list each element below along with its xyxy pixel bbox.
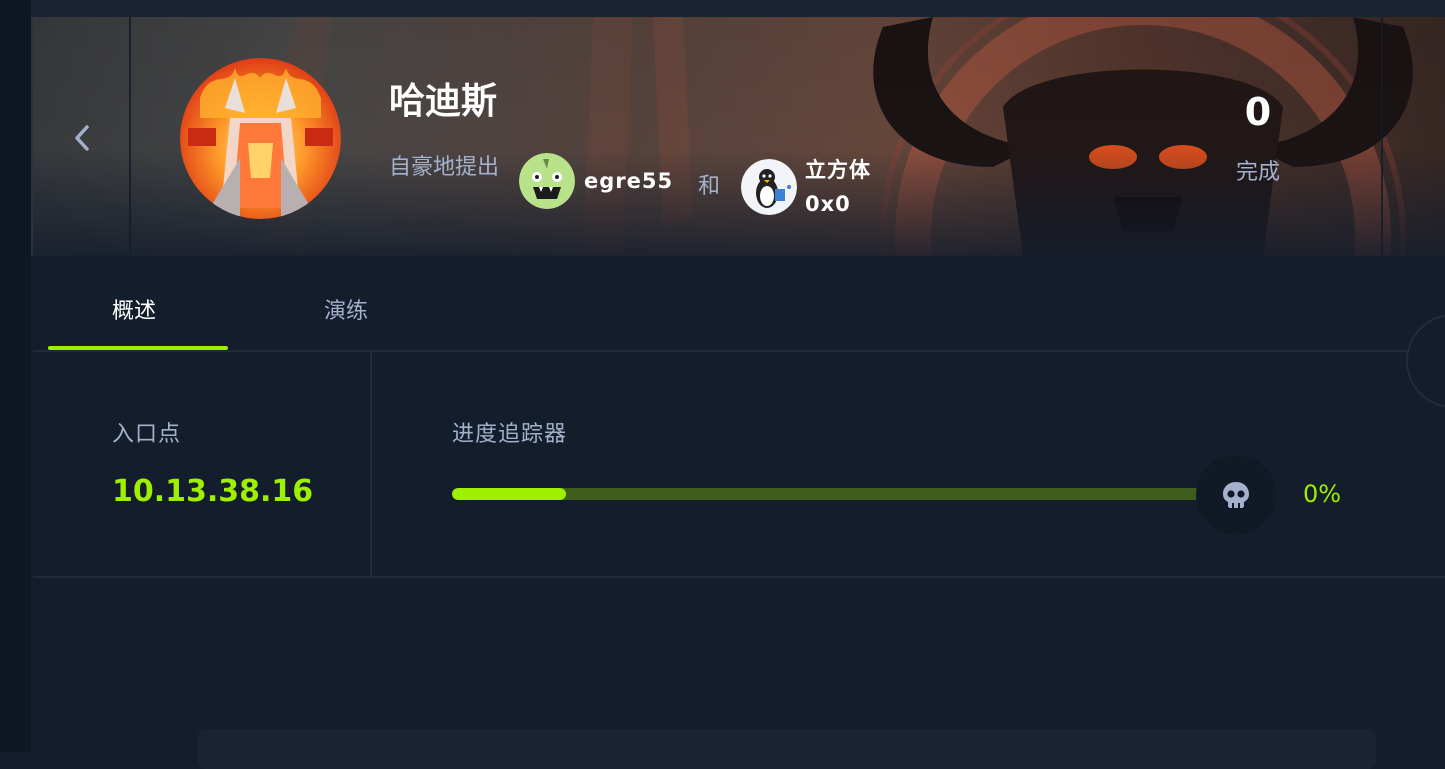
panel-divider-horizontal (33, 576, 1445, 578)
tab-overview[interactable]: 概述 (112, 293, 156, 325)
banner-divider-right (1381, 17, 1383, 256)
bottom-content-card (198, 729, 1376, 769)
author-name: egre55 (584, 169, 674, 193)
panel-divider-vertical (370, 352, 372, 578)
author-name: 立方体 (805, 158, 871, 182)
banner-divider-left (129, 17, 131, 256)
top-strip (0, 0, 1445, 17)
author-cube[interactable]: 立方体 0x0 (741, 153, 871, 221)
and-label: 和 (698, 174, 721, 199)
author-subtitle: 0x0 (805, 192, 851, 216)
progress-percent: 0% (1303, 480, 1342, 508)
progress-bar (452, 488, 1212, 500)
linux-penguin-avatar-icon (741, 159, 797, 215)
side-scroll-button[interactable] (1406, 314, 1445, 408)
cartoon-monster-avatar-icon (519, 153, 575, 209)
progress-tracker-label: 进度追踪器 (452, 422, 568, 447)
tabs-divider (33, 350, 1445, 352)
tab-walkthrough[interactable]: 演练 (324, 293, 368, 325)
entry-point-ip[interactable]: 10.13.38.16 (112, 474, 313, 509)
back-button[interactable] (62, 114, 102, 162)
entry-point-label: 入口点 (112, 422, 182, 447)
left-sidebar-rail (0, 0, 31, 752)
machine-logo (180, 58, 341, 219)
machine-title: 哈迪斯 (389, 81, 498, 122)
owns-label: 完成 (1235, 160, 1280, 185)
skull-icon (1223, 482, 1249, 508)
chevron-left-icon (75, 125, 89, 151)
author-egre55[interactable]: egre55 (519, 153, 673, 209)
owns-count: 0 (1244, 90, 1272, 134)
submitted-by-label: 自豪地提出 (389, 155, 500, 180)
progress-bar-fill (452, 488, 566, 500)
progress-skull-button[interactable] (1196, 455, 1276, 535)
